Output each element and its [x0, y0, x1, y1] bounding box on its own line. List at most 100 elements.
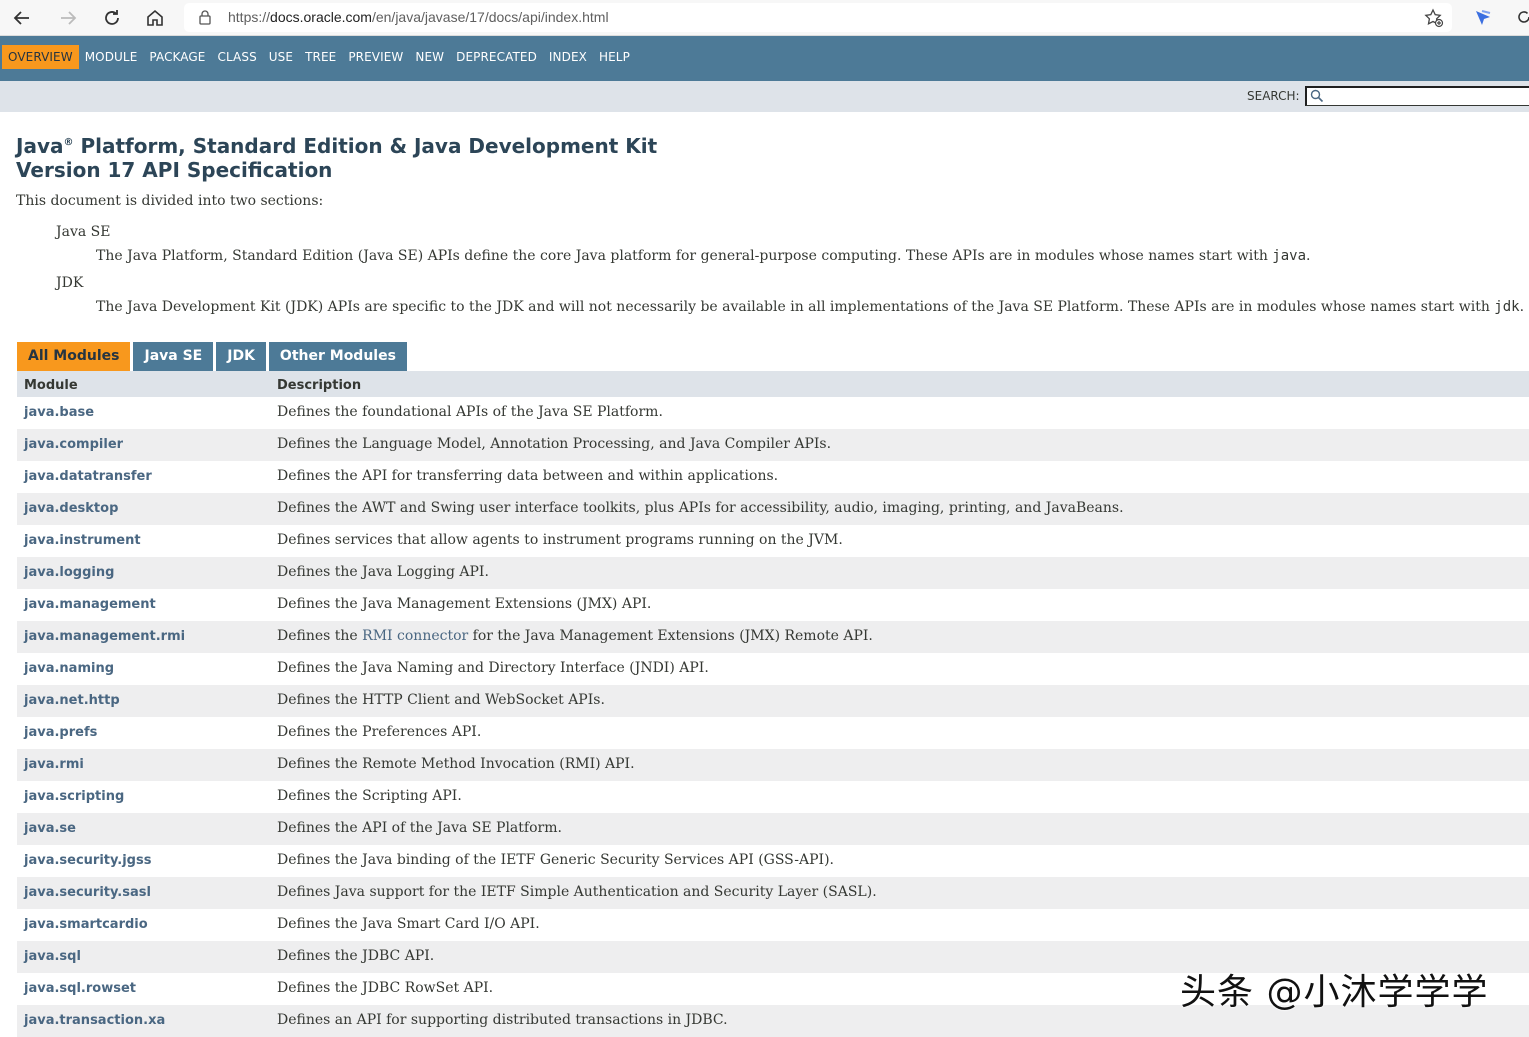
- nav-item-use[interactable]: USE: [263, 45, 299, 69]
- module-link[interactable]: java.management: [24, 597, 156, 612]
- nav-item-new[interactable]: NEW: [409, 45, 450, 69]
- nav-item-help[interactable]: HELP: [593, 45, 636, 69]
- back-button[interactable]: [8, 4, 36, 32]
- module-description: Defines services that allow agents to in…: [277, 532, 843, 548]
- module-link[interactable]: java.smartcardio: [24, 917, 148, 932]
- page-title: Java® Platform, Standard Edition & Java …: [16, 131, 657, 182]
- table-row: java.rmi Defines the Remote Method Invoca…: [17, 749, 1529, 781]
- tab-all-modules[interactable]: All Modules: [17, 342, 131, 371]
- module-link[interactable]: java.naming: [24, 661, 114, 676]
- table-row: java.management Defines the Java Manageme…: [17, 589, 1529, 621]
- tab-other-modules[interactable]: Other Modules: [268, 342, 407, 371]
- module-description: Defines the AWT and Swing user interface…: [277, 500, 1124, 516]
- module-link[interactable]: java.desktop: [24, 501, 118, 516]
- module-description: Defines the Preferences API.: [277, 724, 482, 740]
- section-desc-text: The Java Development Kit (JDK) APIs are …: [96, 299, 1495, 315]
- module-link[interactable]: java.compiler: [24, 437, 123, 452]
- section-code: java: [1272, 248, 1307, 264]
- module-description: Defines the Java Naming and Directory In…: [277, 660, 709, 676]
- nav-item-class[interactable]: CLASS: [212, 45, 263, 69]
- module-description: Defines the Java Logging API.: [277, 564, 489, 580]
- module-link[interactable]: java.transaction.xa: [24, 1013, 165, 1028]
- module-link[interactable]: java.prefs: [24, 725, 97, 740]
- table-body: java.base Defines the foundational APIs o…: [17, 397, 1529, 1037]
- description-text: Defines the: [277, 628, 363, 644]
- nav-item-tree[interactable]: TREE: [299, 45, 342, 69]
- section-desc-jdk: The Java Development Kit (JDK) APIs are …: [96, 299, 1524, 315]
- search-label: SEARCH:: [1247, 89, 1300, 103]
- url-prefix: https://: [228, 9, 271, 25]
- module-link[interactable]: java.rmi: [24, 757, 84, 772]
- table-row: java.prefs Defines the Preferences API.: [17, 717, 1529, 749]
- tab-jdk[interactable]: JDK: [216, 342, 266, 371]
- nav-item-preview[interactable]: PREVIEW: [342, 45, 409, 69]
- module-link[interactable]: java.se: [24, 821, 76, 836]
- registered-mark: ®: [63, 137, 74, 148]
- table-row: java.base Defines the foundational APIs o…: [17, 397, 1529, 429]
- section-suffix: .: [1306, 248, 1311, 264]
- table-row: java.security.jgss Defines the Java bindi…: [17, 845, 1529, 877]
- module-description: Defines the Remote Method Invocation (RM…: [277, 756, 635, 772]
- module-link[interactable]: java.scripting: [24, 789, 124, 804]
- module-link[interactable]: java.sql: [24, 949, 81, 964]
- rmi-connector-link[interactable]: RMI connector: [362, 628, 468, 644]
- section-term-java-se: Java SE: [56, 224, 111, 240]
- description-text: for the Java Management Extensions (JMX)…: [468, 628, 873, 644]
- module-description: Defines the foundational APIs of the Jav…: [277, 404, 663, 420]
- module-link[interactable]: java.logging: [24, 565, 114, 580]
- module-description: Defines the Java binding of the IETF Gen…: [277, 852, 834, 868]
- search-icon: [1310, 89, 1324, 103]
- module-link[interactable]: java.security.sasl: [24, 885, 151, 900]
- module-tabs: All Modules Java SE JDK Other Modules: [17, 342, 410, 371]
- table-row: java.compiler Defines the Language Model,…: [17, 429, 1529, 461]
- lock-icon: [199, 10, 211, 25]
- title-line1: Platform, Standard Edition & Java Develo…: [73, 134, 658, 158]
- section-desc-java-se: The Java Platform, Standard Edition (Jav…: [96, 248, 1310, 264]
- module-link[interactable]: java.management.rmi: [24, 629, 185, 644]
- extension-icon[interactable]: [1472, 7, 1494, 29]
- home-button[interactable]: [141, 4, 169, 32]
- module-description: Defines the API for transferring data be…: [277, 468, 779, 484]
- module-description: Defines the Java Management Extensions (…: [277, 596, 652, 612]
- module-link[interactable]: java.base: [24, 405, 94, 420]
- module-description: Defines the JDBC RowSet API.: [277, 980, 494, 996]
- column-header-module: Module: [24, 378, 78, 393]
- table-row: java.scripting Defines the Scripting API.: [17, 781, 1529, 813]
- module-description: Defines the API of the Java SE Platform.: [277, 820, 562, 836]
- nav-item-index[interactable]: INDEX: [543, 45, 593, 69]
- nav-item-package[interactable]: PACKAGE: [143, 45, 211, 69]
- module-link[interactable]: java.instrument: [24, 533, 141, 548]
- nav-item-module[interactable]: MODULE: [79, 45, 144, 69]
- url-text: https://docs.oracle.com/en/java/javase/1…: [228, 9, 609, 25]
- module-description: Defines the Scripting API.: [277, 788, 462, 804]
- module-link[interactable]: java.security.jgss: [24, 853, 151, 868]
- tab-java-se[interactable]: Java SE: [133, 342, 214, 371]
- top-navigation: OVERVIEW MODULE PACKAGE CLASS USE TREE P…: [0, 36, 1529, 81]
- refresh-button[interactable]: [98, 4, 126, 32]
- back-arrow-icon: [13, 11, 29, 25]
- module-table: Module Description java.base Defines the …: [17, 371, 1529, 1037]
- table-row: java.smartcardio Defines the Java Smart C…: [17, 909, 1529, 941]
- table-row: java.net.http Defines the HTTP Client and…: [17, 685, 1529, 717]
- table-row: java.management.rmi Defines the RMI conne…: [17, 621, 1529, 653]
- nav-menu: OVERVIEW MODULE PACKAGE CLASS USE TREE P…: [2, 45, 636, 69]
- url-path: /en/java/javase/17/docs/api/index.html: [371, 9, 609, 25]
- table-row: java.naming Defines the Java Naming and D…: [17, 653, 1529, 685]
- module-description: Defines the JDBC API.: [277, 948, 435, 964]
- nav-item-deprecated[interactable]: DEPRECATED: [450, 45, 543, 69]
- add-favorite-icon[interactable]: [1424, 8, 1444, 28]
- module-description: Defines an API for supporting distribute…: [277, 1012, 728, 1028]
- sync-icon[interactable]: [1515, 8, 1529, 26]
- forward-button[interactable]: [54, 4, 82, 32]
- title-line2: Version 17 API Specification: [16, 158, 333, 182]
- intro-text: This document is divided into two sectio…: [16, 193, 324, 209]
- module-description: Defines Java support for the IETF Simple…: [277, 884, 877, 900]
- module-link[interactable]: java.datatransfer: [24, 469, 152, 484]
- nav-item-overview[interactable]: OVERVIEW: [2, 45, 79, 69]
- browser-toolbar: https://docs.oracle.com/en/java/javase/1…: [0, 0, 1529, 36]
- sub-navigation: SEARCH:: [0, 81, 1529, 112]
- search-input[interactable]: [1305, 86, 1529, 106]
- module-link[interactable]: java.net.http: [24, 693, 120, 708]
- module-link[interactable]: java.sql.rowset: [24, 981, 136, 996]
- address-bar[interactable]: https://docs.oracle.com/en/java/javase/1…: [184, 3, 1452, 32]
